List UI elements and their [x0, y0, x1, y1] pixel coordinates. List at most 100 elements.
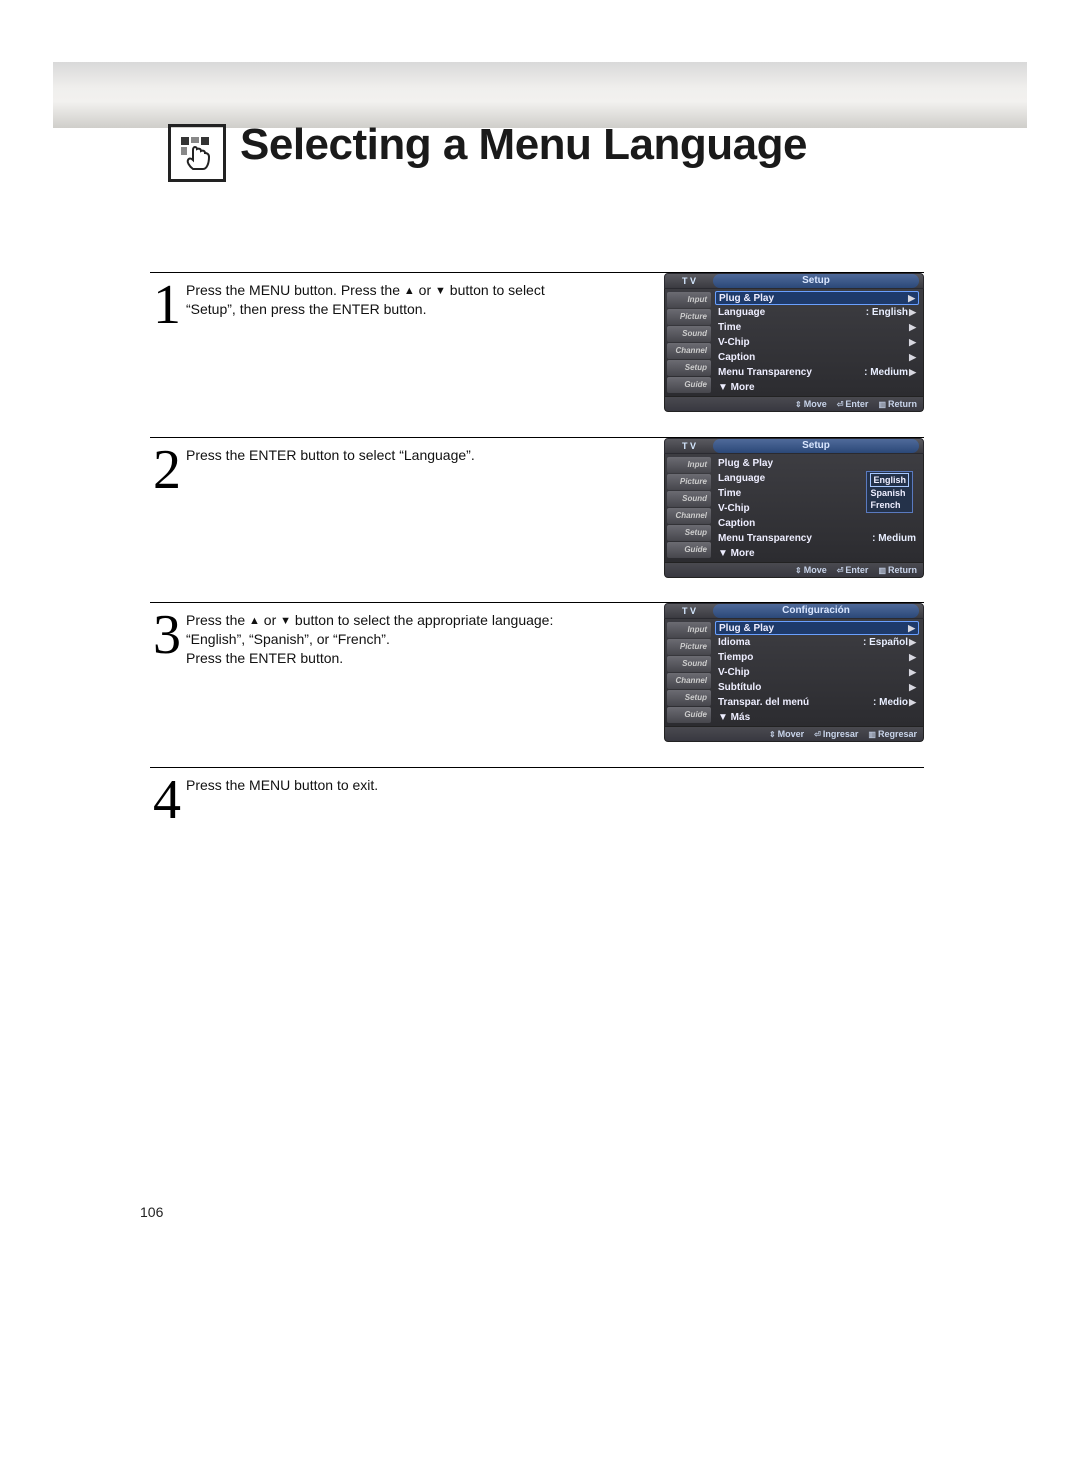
enter-icon: ⏎ — [837, 566, 844, 575]
step-number: 2 — [150, 442, 184, 498]
menu-header: T V Configuración — [664, 603, 924, 619]
menu-row: Subtítulo▶ — [715, 680, 919, 695]
updown-icon: ⇕ — [769, 730, 776, 739]
footer-hint: ⏎Enter — [837, 399, 869, 409]
menu-row: Plug & Play▶ — [715, 291, 919, 305]
menu-row: Caption▶ — [715, 350, 919, 365]
sidebar-item: Guide — [667, 377, 711, 393]
chevron-right-icon: ▶ — [908, 652, 916, 663]
footer-label: Move — [804, 565, 827, 575]
sidebar-item: Picture — [667, 309, 711, 325]
menu-row: ▼ More — [715, 380, 919, 395]
menu-row: ▼ Más — [715, 710, 919, 725]
sidebar-item: Input — [667, 292, 711, 308]
chevron-right-icon: ▶ — [908, 667, 916, 678]
menu-row: Time▶ — [715, 320, 919, 335]
menu-label: Idioma — [718, 637, 863, 648]
language-option: French — [870, 499, 909, 511]
menu-row: Menu Transparency: Medium▶ — [715, 365, 919, 380]
menu-label: Language — [718, 307, 866, 318]
tv-menu-screenshot-2: T V Setup Input Picture Sound Channel Se… — [664, 438, 924, 578]
menu-label: Caption — [718, 518, 916, 529]
step-text: Press the ENTER button to select “Langua… — [186, 442, 564, 465]
menu-footer: ⇕Mover ⏎Ingresar ▥Regresar — [664, 727, 924, 742]
menu-value: : Medium — [864, 367, 908, 378]
text-fragment: or — [415, 282, 435, 298]
menu-label: ▼ More — [718, 548, 916, 559]
updown-icon: ⇕ — [795, 400, 802, 409]
language-option: Spanish — [870, 487, 909, 499]
text-fragment: Press the — [186, 612, 249, 628]
tv-label: T V — [665, 606, 713, 616]
menu-row: Language: English▶ — [715, 305, 919, 320]
menu-row: V-Chip▶ — [715, 665, 919, 680]
menu-sidebar: Input Picture Sound Channel Setup Guide — [665, 289, 713, 396]
footer-label: Enter — [845, 399, 868, 409]
step-4: 4 Press the MENU button to exit. — [150, 767, 924, 828]
menu-row: Plug & Play — [715, 456, 919, 471]
menu-label: Plug & Play — [719, 623, 907, 634]
chevron-right-icon: ▶ — [908, 697, 916, 708]
footer-hint: ▥Regresar — [868, 729, 917, 739]
menu-row: Tiempo▶ — [715, 650, 919, 665]
step-number: 4 — [150, 772, 184, 828]
menu-value: : Medium — [872, 533, 916, 544]
sidebar-item: Channel — [667, 673, 711, 689]
menu-footer: ⇕Move ⏎Enter ▥Return — [664, 397, 924, 412]
sidebar-item: Input — [667, 457, 711, 473]
language-dropdown: English Spanish French — [866, 471, 913, 513]
page-title: Selecting a Menu Language — [240, 120, 807, 170]
header-band — [53, 62, 1027, 128]
sidebar-item: Picture — [667, 474, 711, 490]
language-option-selected: English — [870, 473, 909, 487]
step-text: Press the ▲ or ▼ button to select the ap… — [186, 607, 564, 668]
menu-row: Caption — [715, 516, 919, 531]
menu-label: Plug & Play — [719, 293, 907, 304]
menu-sidebar: Input Picture Sound Channel Setup Guide — [665, 619, 713, 726]
sidebar-item: Guide — [667, 542, 711, 558]
sidebar-item: Channel — [667, 508, 711, 524]
footer-hint: ▥Return — [878, 399, 917, 409]
menu-header: T V Setup — [664, 438, 924, 454]
footer-hint: ⏎Enter — [837, 565, 869, 575]
tv-label: T V — [665, 276, 713, 286]
menu-value: : Medio — [873, 697, 908, 708]
menu-label: Caption — [718, 352, 908, 363]
menu-body: Input Picture Sound Channel Setup Guide … — [664, 619, 924, 727]
text-fragment: Press the ENTER button. — [186, 650, 343, 666]
sidebar-item: Setup — [667, 690, 711, 706]
tv-label: T V — [665, 441, 713, 451]
chevron-right-icon: ▶ — [908, 337, 916, 348]
footer-hint: ▥Return — [878, 565, 917, 575]
text-fragment: Press the MENU button. Press the — [186, 282, 404, 298]
sidebar-item: Guide — [667, 707, 711, 723]
sidebar-item: Input — [667, 622, 711, 638]
menu-label: Plug & Play — [718, 458, 916, 469]
chevron-right-icon: ▶ — [907, 293, 915, 304]
step-text: Press the MENU button to exit. — [186, 772, 564, 795]
menu-label: Time — [718, 322, 908, 333]
up-triangle-icon: ▲ — [404, 284, 415, 299]
text-fragment: or — [260, 612, 280, 628]
menu-value: : Español — [863, 637, 908, 648]
return-icon: ▥ — [878, 566, 886, 575]
chevron-right-icon: ▶ — [908, 682, 916, 693]
menu-label: Menu Transparency — [718, 367, 864, 378]
menu-label: Subtítulo — [718, 682, 908, 693]
menu-row: Transpar. del menú: Medio▶ — [715, 695, 919, 710]
tv-menu-screenshot-3: T V Configuración Input Picture Sound Ch… — [664, 603, 924, 742]
menu-label: Menu Transparency — [718, 533, 872, 544]
chevron-right-icon: ▶ — [908, 367, 916, 378]
menu-main: Plug & Play▶ Idioma: Español▶ Tiempo▶ V-… — [713, 619, 923, 726]
menu-tab: Configuración — [713, 604, 919, 618]
menu-row: ▼ More — [715, 546, 919, 561]
menu-label: ▼ More — [718, 382, 916, 393]
step-number: 1 — [150, 277, 184, 333]
step-1: 1 Press the MENU button. Press the ▲ or … — [150, 272, 924, 437]
menu-body: Input Picture Sound Channel Setup Guide … — [664, 454, 924, 563]
menu-row: V-Chip▶ — [715, 335, 919, 350]
footer-hint: ⇕Move — [795, 399, 827, 409]
menu-tab: Setup — [713, 274, 919, 288]
sidebar-item: Sound — [667, 491, 711, 507]
sidebar-item: Setup — [667, 360, 711, 376]
